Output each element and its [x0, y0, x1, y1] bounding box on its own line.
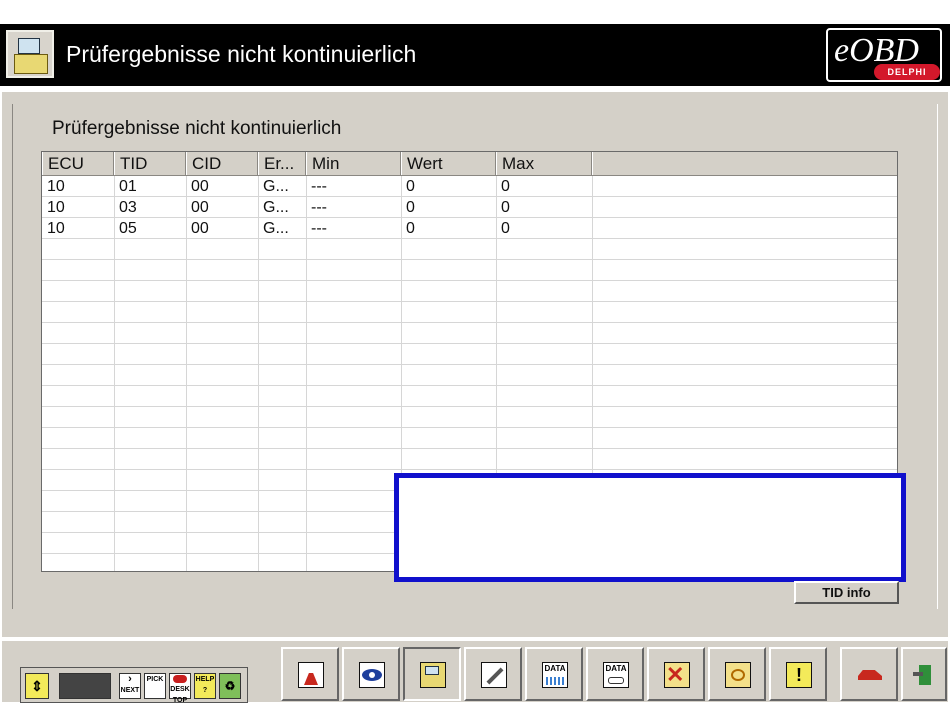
- cell-wert: 0: [406, 199, 415, 216]
- table-row[interactable]: 10 03 00 G... --- 0 0: [42, 197, 897, 218]
- cell-tid: 01: [119, 178, 137, 195]
- table-row[interactable]: 10 05 00 G... --- 0 0: [42, 218, 897, 239]
- cell-ecu: 10: [47, 178, 65, 195]
- cell-ecu: 10: [47, 199, 65, 216]
- desktop-button[interactable]: DESK TOP: [169, 673, 191, 704]
- column-header-min[interactable]: Min: [306, 152, 401, 175]
- table-row[interactable]: 10 01 00 G... --- 0 0: [42, 176, 897, 197]
- app-folder-icon: [6, 30, 54, 78]
- cell-tid: 03: [119, 199, 137, 216]
- tid-info-button[interactable]: TID info: [794, 581, 899, 604]
- cell-cid: 00: [191, 220, 209, 237]
- data-stream-icon: DATA: [542, 662, 568, 688]
- move-arrows-icon[interactable]: ⇕: [25, 673, 49, 699]
- cell-min: ---: [311, 199, 327, 216]
- cell-min: ---: [311, 178, 327, 195]
- title-bar: Prüfergebnisse nicht kontinuierlich eOBD…: [0, 24, 950, 86]
- flask-icon: [298, 662, 324, 688]
- cell-cid: 00: [191, 178, 209, 195]
- cell-ecu: 10: [47, 220, 65, 237]
- probe-icon: [481, 662, 507, 688]
- data-label: DATA: [605, 664, 627, 673]
- data-freeze-button[interactable]: DATA: [586, 647, 644, 701]
- empty-row: [42, 281, 897, 302]
- section-title: Prüfergebnisse nicht kontinuierlich: [52, 118, 342, 139]
- engine-lamp-icon: [725, 662, 751, 688]
- probe-button[interactable]: [464, 647, 522, 701]
- empty-row: [42, 365, 897, 386]
- help-label: HELP ?: [195, 676, 215, 694]
- empty-row: [42, 386, 897, 407]
- delphi-badge: DELPHI: [874, 64, 940, 80]
- recycle-icon[interactable]: ♻: [219, 673, 241, 699]
- clear-codes-button[interactable]: ✕: [647, 647, 705, 701]
- highlight-frame: [394, 473, 906, 582]
- mil-lamp-button[interactable]: [708, 647, 766, 701]
- empty-row: [42, 344, 897, 365]
- column-header-max[interactable]: Max: [496, 152, 592, 175]
- red-car-icon: [857, 662, 883, 688]
- column-header-ecu[interactable]: ECU: [42, 152, 114, 175]
- folder-icon: [420, 662, 446, 688]
- non-continuous-results-button[interactable]: [403, 647, 461, 701]
- desktop-dot-icon: [173, 675, 187, 683]
- empty-row: [42, 428, 897, 449]
- flask-button[interactable]: [281, 647, 339, 701]
- empty-row: [42, 323, 897, 344]
- empty-row: [42, 302, 897, 323]
- column-header-cid[interactable]: CID: [186, 152, 258, 175]
- data-stream-button[interactable]: DATA: [525, 647, 583, 701]
- empty-row: [42, 239, 897, 260]
- next-label: NEXT: [120, 687, 140, 694]
- window-title: Prüfergebnisse nicht kontinuierlich: [66, 41, 417, 67]
- empty-row: [42, 407, 897, 428]
- eobd-logo: eOBD DELPHI: [826, 28, 942, 82]
- cell-max: 0: [501, 178, 510, 195]
- empty-row: [42, 260, 897, 281]
- cell-tid: 05: [119, 220, 137, 237]
- cell-error: G...: [263, 199, 289, 216]
- cell-max: 0: [501, 199, 510, 216]
- vehicle-button[interactable]: [840, 647, 898, 701]
- pick-label: PICK: [146, 676, 164, 683]
- help-button[interactable]: HELP ?: [194, 673, 216, 699]
- exit-door-icon: [911, 662, 937, 688]
- table-header: ECU TID CID Er... Min Wert Max: [42, 152, 897, 176]
- cell-cid: 00: [191, 199, 209, 216]
- clear-codes-icon: ✕: [664, 662, 690, 688]
- eye-button[interactable]: [342, 647, 400, 701]
- eye-icon: [359, 662, 385, 688]
- cell-wert: 0: [406, 178, 415, 195]
- exclamation-icon: !: [786, 662, 812, 688]
- column-header-tid[interactable]: TID: [114, 152, 186, 175]
- keyboard-icon[interactable]: [59, 673, 111, 699]
- data-freeze-icon: DATA: [603, 662, 629, 688]
- cell-min: ---: [311, 220, 327, 237]
- data-label: DATA: [544, 664, 566, 673]
- bottom-toolbar: ⇕ › NEXT PICK DESK TOP HELP ? ♻ DATA DAT…: [2, 640, 948, 704]
- pick-button[interactable]: PICK: [144, 673, 166, 699]
- mini-toolbar: ⇕ › NEXT PICK DESK TOP HELP ? ♻: [20, 667, 248, 704]
- cell-error: G...: [263, 178, 289, 195]
- next-arrow-icon: ›: [128, 673, 132, 685]
- column-header-error[interactable]: Er...: [258, 152, 306, 175]
- column-header-wert[interactable]: Wert: [401, 152, 496, 175]
- cell-wert: 0: [406, 220, 415, 237]
- empty-row: [42, 449, 897, 470]
- exit-button[interactable]: [901, 647, 947, 701]
- cell-error: G...: [263, 220, 289, 237]
- cell-max: 0: [501, 220, 510, 237]
- warning-button[interactable]: !: [769, 647, 827, 701]
- next-button[interactable]: › NEXT: [119, 673, 141, 699]
- desktop-label: DESK TOP: [170, 686, 190, 704]
- column-header-empty: [592, 152, 897, 175]
